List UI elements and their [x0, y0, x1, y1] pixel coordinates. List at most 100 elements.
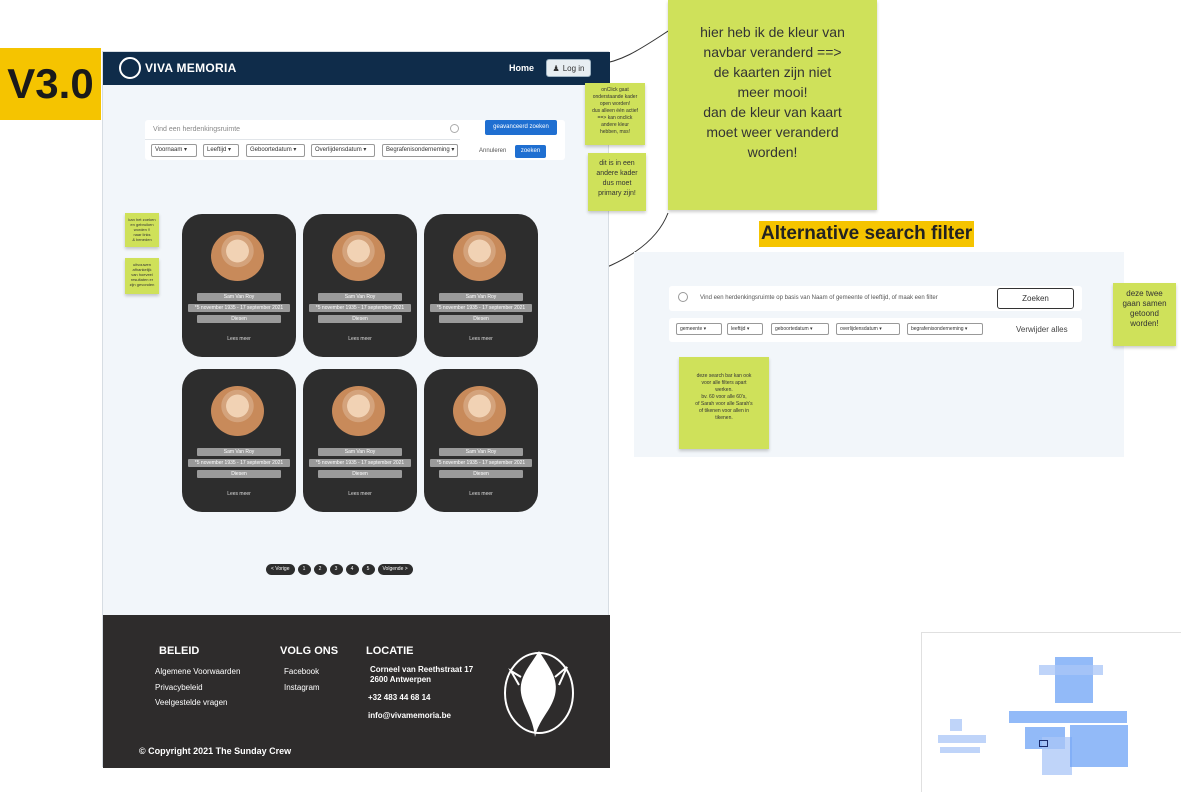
alt-filter-gemeente[interactable]: gemeente ▾: [676, 323, 722, 335]
copyright-text: © Copyright 2021 The Sunday Crew: [139, 746, 292, 756]
page-button[interactable]: 3: [329, 564, 343, 575]
alt-filter-age[interactable]: leeftijd ▾: [727, 323, 763, 335]
sticky-note-primary: dit is in een andere kader dus moet primary…: [588, 153, 646, 211]
sticky-note-left-bottom: uitvouwen afhankelijk van hoeveel resultate…: [125, 258, 159, 294]
footer-heading-locatie: LOCATIE: [366, 645, 414, 657]
footer-address-line2: 2600 Antwerpen: [370, 675, 432, 684]
card-name: Sam Van Roy: [439, 448, 523, 456]
nav-home-link[interactable]: Home: [509, 63, 534, 73]
alt-search-button[interactable]: Zoeken: [997, 288, 1074, 309]
portrait-photo: [453, 386, 506, 436]
read-more-link[interactable]: Lees meer: [182, 491, 296, 497]
sticky-note-searchbar: deze search bar kan ook voor alle filters…: [679, 357, 769, 449]
minimap-block: [1055, 657, 1093, 703]
advanced-search-button[interactable]: geavanceerd zoeken: [485, 120, 557, 135]
search-icon: [450, 124, 459, 133]
phoenix-logo-icon[interactable]: [119, 57, 141, 79]
card-name: Sam Van Roy: [197, 448, 281, 456]
read-more-link[interactable]: Lees meer: [182, 336, 296, 342]
footer-address-line1: Corneel van Reethstraat 17: [370, 665, 474, 674]
sticky-note-navbar-color: hier heb ik de kleur van navbar veranderd…: [668, 0, 877, 210]
read-more-link[interactable]: Lees meer: [424, 336, 538, 342]
login-button[interactable]: ♟ Log in: [546, 59, 591, 77]
portrait-photo: [211, 231, 264, 281]
card-place: Diesen: [318, 315, 402, 323]
website-mockup: VIVA MEMORIA Home ♟ Log in Vind een herd…: [102, 51, 610, 768]
card-dates: *5 november 1935 - 17 september 2021: [430, 304, 532, 312]
search-input[interactable]: Vind een herdenkingsruimte: [145, 120, 460, 140]
board-minimap[interactable]: [921, 632, 1181, 792]
card-dates: *5 november 1935 - 17 september 2021: [188, 459, 290, 467]
footer-link-instagram[interactable]: Instagram: [284, 683, 320, 692]
minimap-block: [940, 747, 980, 753]
login-label: Log in: [562, 63, 585, 73]
footer-phone[interactable]: +32 483 44 68 14: [368, 693, 431, 702]
card-dates: *5 november 1935 - 17 september 2021: [309, 304, 411, 312]
memorial-card[interactable]: Sam Van Roy *5 november 1935 - 17 septem…: [182, 214, 296, 357]
sticky-note-onclick: onClick gaat onderstaande kader open worde…: [585, 83, 645, 145]
sticky-note-left-top: kan het zoeken en gebruiken worden !! naar …: [125, 213, 159, 247]
memorial-card[interactable]: Sam Van Roy *5 november 1935 - 17 septem…: [424, 214, 538, 357]
alt-search-input[interactable]: Vind een herdenkingsruimte op basis van …: [700, 295, 938, 301]
cancel-link[interactable]: Annuleren: [479, 148, 506, 154]
portrait-photo: [332, 386, 385, 436]
minimap-viewport[interactable]: [1039, 740, 1048, 747]
portrait-photo: [211, 386, 264, 436]
alt-search-bar: Vind een herdenkingsruimte op basis van …: [669, 286, 1082, 311]
minimap-block: [1009, 711, 1127, 723]
footer-link-privacy[interactable]: Privacybeleid: [155, 683, 203, 692]
alt-search-title: Alternative search filter: [759, 221, 975, 247]
search-button[interactable]: zoeken: [515, 145, 546, 158]
read-more-link[interactable]: Lees meer: [303, 491, 417, 497]
card-dates: *5 november 1935 - 17 september 2021: [430, 459, 532, 467]
filter-age[interactable]: Leeftijd ▾: [203, 144, 239, 157]
card-name: Sam Van Roy: [197, 293, 281, 301]
clear-all-link[interactable]: Verwijder alles: [1016, 325, 1068, 334]
footer-link-faq[interactable]: Veelgestelde vragen: [155, 698, 228, 707]
read-more-link[interactable]: Lees meer: [424, 491, 538, 497]
minimap-block: [938, 735, 986, 743]
alt-filter-deathdate[interactable]: overlijdensdatum ▾: [836, 323, 900, 335]
filter-firstname[interactable]: Voornaam ▾: [151, 144, 197, 157]
page-button[interactable]: 5: [361, 564, 375, 575]
memorial-card[interactable]: Sam Van Roy *5 november 1935 - 17 septem…: [303, 214, 417, 357]
page-button[interactable]: 4: [345, 564, 359, 575]
filter-funeral-home[interactable]: Begrafenisonderneming ▾: [382, 144, 458, 157]
portrait-photo: [453, 231, 506, 281]
card-dates: *5 november 1935 - 17 september 2021: [309, 459, 411, 467]
footer-email[interactable]: info@vivamemoria.be: [368, 711, 451, 720]
prev-page-button[interactable]: < Vorige: [266, 564, 295, 575]
sticky-note-together: deze twee gaan samen getoond worden!: [1113, 283, 1176, 346]
alt-filter-birthdate[interactable]: geboortedatum ▾: [771, 323, 829, 335]
filter-birthdate[interactable]: Geboortedatum ▾: [246, 144, 305, 157]
filter-deathdate[interactable]: Overlijdensdatum ▾: [311, 144, 375, 157]
alt-filter-funeral-home[interactable]: begrafenisonderneming ▾: [907, 323, 983, 335]
footer-link-terms[interactable]: Algemene Voorwaarden: [155, 667, 240, 676]
read-more-link[interactable]: Lees meer: [303, 336, 417, 342]
phoenix-logo-icon: [504, 651, 574, 737]
brand-name[interactable]: VIVA MEMORIA: [145, 61, 237, 75]
card-place: Diesen: [439, 315, 523, 323]
card-place: Diesen: [197, 315, 281, 323]
portrait-photo: [332, 231, 385, 281]
navbar: VIVA MEMORIA Home ♟ Log in: [103, 52, 610, 85]
footer-link-facebook[interactable]: Facebook: [284, 667, 319, 676]
card-name: Sam Van Roy: [439, 293, 523, 301]
page-button[interactable]: 2: [313, 564, 327, 575]
minimap-block: [1070, 725, 1128, 767]
memorial-card[interactable]: Sam Van Roy *5 november 1935 - 17 septem…: [303, 369, 417, 512]
alt-filter-row: gemeente ▾ leeftijd ▾ geboortedatum ▾ ov…: [669, 318, 1082, 342]
memorial-card[interactable]: Sam Van Roy *5 november 1935 - 17 septem…: [424, 369, 538, 512]
card-place: Diesen: [439, 470, 523, 478]
page-button[interactable]: 1: [297, 564, 311, 575]
minimap-block: [1039, 665, 1103, 675]
card-name: Sam Van Roy: [318, 293, 402, 301]
card-place: Diesen: [197, 470, 281, 478]
next-page-button[interactable]: Volgende >: [377, 564, 413, 575]
memorial-card[interactable]: Sam Van Roy *5 november 1935 - 17 septem…: [182, 369, 296, 512]
user-add-icon: ♟: [552, 63, 560, 73]
card-place: Diesen: [318, 470, 402, 478]
search-icon: [678, 292, 688, 302]
footer: BELEID Algemene Voorwaarden Privacybelei…: [103, 615, 610, 768]
card-dates: *5 november 1935 - 17 september 2021: [188, 304, 290, 312]
